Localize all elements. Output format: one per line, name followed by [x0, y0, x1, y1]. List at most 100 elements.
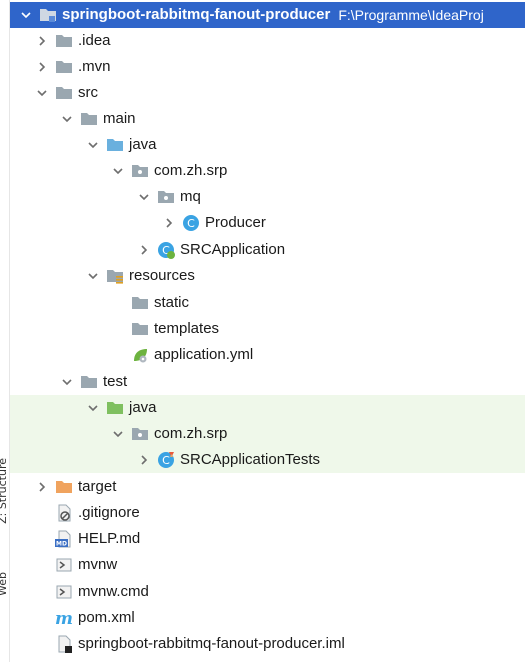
- project-root-name: springboot-rabbitmq-fanout-producer: [62, 6, 331, 23]
- tree-row-mvnw-cmd[interactable]: mvnw.cmd: [10, 579, 525, 605]
- svg-text:C: C: [187, 217, 195, 230]
- folder-icon: [55, 84, 73, 102]
- chevron-down-icon[interactable]: [60, 375, 74, 389]
- tree-label: mvnw: [78, 556, 118, 573]
- tree-row-help-md[interactable]: MD HELP.md: [10, 526, 525, 552]
- chevron-right-icon[interactable]: [137, 453, 151, 467]
- spring-config-icon: [131, 346, 149, 364]
- tree-label: static: [154, 294, 190, 311]
- package-icon: [131, 162, 149, 180]
- tree-label: test: [103, 373, 128, 390]
- folder-icon: [131, 294, 149, 312]
- shell-script-icon: [55, 556, 73, 574]
- tree-label: springboot-rabbitmq-fanout-producer.iml: [78, 635, 345, 652]
- svg-text:MD: MD: [56, 541, 67, 548]
- project-root-path: F:\Programme\IdeaProj: [338, 7, 484, 23]
- markdown-file-icon: MD: [55, 530, 73, 548]
- tree-label: com.zh.srp: [154, 425, 228, 442]
- test-source-folder-icon: [106, 399, 124, 417]
- tree-row-mq[interactable]: mq: [10, 184, 525, 210]
- chevron-right-icon[interactable]: [162, 216, 176, 230]
- tree-row-srcapplicationtests[interactable]: C SRCApplicationTests: [10, 447, 525, 473]
- tree-row-mvn[interactable]: .mvn: [10, 54, 525, 80]
- package-icon: [157, 188, 175, 206]
- tree-row-iml[interactable]: springboot-rabbitmq-fanout-producer.iml: [10, 631, 525, 657]
- maven-pom-icon: m: [55, 609, 73, 627]
- tree-label: Producer: [205, 214, 266, 231]
- tree-row-idea[interactable]: .idea: [10, 28, 525, 54]
- tree-label: application.yml: [154, 346, 254, 363]
- test-class-icon: C: [157, 451, 175, 469]
- tree-label: SRCApplicationTests: [180, 451, 321, 468]
- chevron-right-icon[interactable]: [35, 60, 49, 74]
- tree-label: templates: [154, 320, 220, 337]
- web-tab[interactable]: Web: [0, 572, 10, 596]
- chevron-right-icon[interactable]: [35, 480, 49, 494]
- tree-row-test-java[interactable]: java: [10, 395, 525, 421]
- chevron-down-icon[interactable]: [86, 269, 100, 283]
- tree-row-src[interactable]: src: [10, 80, 525, 106]
- svg-text:C: C: [162, 454, 170, 467]
- tree-row-resources[interactable]: resources: [10, 263, 525, 289]
- tree-row-mvnw[interactable]: mvnw: [10, 552, 525, 578]
- chevron-down-icon[interactable]: [60, 112, 74, 126]
- package-icon: [131, 425, 149, 443]
- source-folder-icon: [106, 136, 124, 154]
- tree-label: main: [103, 110, 136, 127]
- java-class-icon: C: [182, 214, 200, 232]
- chevron-right-icon[interactable]: [137, 243, 151, 257]
- tree-label: mvnw.cmd: [78, 583, 149, 600]
- tree-label: java: [129, 136, 157, 153]
- tree-label: target: [78, 478, 117, 495]
- chevron-right-icon[interactable]: [35, 34, 49, 48]
- tree-row-application-yml[interactable]: application.yml: [10, 342, 525, 368]
- tree-label: .mvn: [78, 58, 111, 75]
- tree-row-main-java[interactable]: java: [10, 132, 525, 158]
- chevron-down-icon[interactable]: [137, 190, 151, 204]
- chevron-down-icon[interactable]: [111, 427, 125, 441]
- module-folder-icon: [39, 6, 57, 24]
- chevron-down-icon[interactable]: [86, 138, 100, 152]
- folder-icon: [55, 58, 73, 76]
- chevron-down-icon[interactable]: [111, 164, 125, 178]
- tree-row-static[interactable]: static: [10, 290, 525, 316]
- tree-row-templates[interactable]: templates: [10, 316, 525, 342]
- folder-icon: [80, 110, 98, 128]
- tree-label: pom.xml: [78, 609, 135, 626]
- tree-row-producer[interactable]: C Producer: [10, 210, 525, 236]
- resources-folder-icon: [106, 267, 124, 285]
- excluded-folder-icon: [55, 478, 73, 496]
- tree-row-srcapplication[interactable]: C SRCApplication: [10, 237, 525, 263]
- tree-row-test-package[interactable]: com.zh.srp: [10, 421, 525, 447]
- tree-row-main[interactable]: main: [10, 106, 525, 132]
- tree-label: HELP.md: [78, 530, 141, 547]
- tree-label: .gitignore: [78, 504, 140, 521]
- project-tree: springboot-rabbitmq-fanout-producer F:\P…: [10, 0, 525, 662]
- tree-label: SRCApplication: [180, 241, 286, 258]
- cmd-file-icon: [55, 583, 73, 601]
- tree-row-package[interactable]: com.zh.srp: [10, 158, 525, 184]
- tree-row-pom-xml[interactable]: m pom.xml: [10, 605, 525, 631]
- tree-label: resources: [129, 267, 195, 284]
- tree-label: com.zh.srp: [154, 162, 228, 179]
- folder-icon: [80, 373, 98, 391]
- chevron-down-icon[interactable]: [35, 86, 49, 100]
- tree-row-target[interactable]: target: [10, 474, 525, 500]
- chevron-down-icon[interactable]: [19, 8, 33, 22]
- iml-file-icon: [55, 635, 73, 653]
- folder-icon: [131, 320, 149, 338]
- tree-root-row[interactable]: springboot-rabbitmq-fanout-producer F:\P…: [10, 2, 525, 28]
- tree-label: java: [129, 399, 157, 416]
- tree-label: .idea: [78, 32, 111, 49]
- svg-text:m: m: [55, 609, 73, 627]
- chevron-down-icon[interactable]: [86, 401, 100, 415]
- tool-window-strip: Z: Structure Web: [0, 0, 10, 662]
- spring-boot-class-icon: C: [157, 241, 175, 259]
- structure-tab[interactable]: Z: Structure: [0, 458, 10, 524]
- tree-row-test[interactable]: test: [10, 369, 525, 395]
- tree-label: src: [78, 84, 98, 101]
- folder-icon: [55, 32, 73, 50]
- gitignore-file-icon: [55, 504, 73, 522]
- tree-row-gitignore[interactable]: .gitignore: [10, 500, 525, 526]
- tree-label: mq: [180, 188, 201, 205]
